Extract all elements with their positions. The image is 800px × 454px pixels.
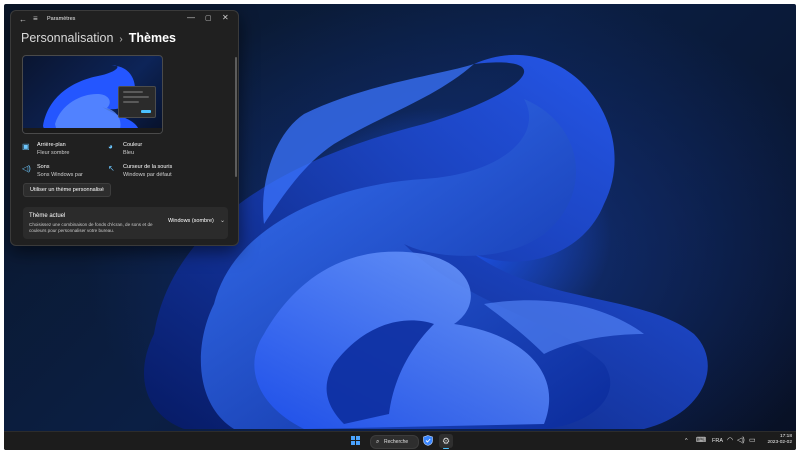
taskbar: ⌕ Recherche ⚙ ^ ⌨ FRA ◠ ◁) ▭ 17:18 2023-…: [4, 431, 796, 450]
option-cursor-title: Curseur de la souris: [123, 164, 173, 170]
keyboard-icon[interactable]: ⌨: [696, 432, 706, 450]
scrollbar[interactable]: [235, 57, 237, 177]
option-background-title: Arrière-plan: [37, 142, 66, 148]
option-cursor-value: Windows par défaut: [123, 172, 172, 178]
windows-start-icon[interactable]: [351, 436, 361, 446]
current-theme-heading: Thème actuel: [29, 213, 66, 219]
desktop: ← ≡ Paramètres — ▢ ✕ Personnalisation › Th…: [4, 4, 796, 450]
minimize-button[interactable]: —: [187, 13, 195, 22]
option-sounds-value: Sons Windows par: [37, 172, 83, 178]
palette-icon: ◕: [108, 142, 113, 151]
preview-window: [118, 86, 156, 118]
option-color[interactable]: ◕ Couleur Bleu: [108, 141, 193, 159]
settings-window: ← ≡ Paramètres — ▢ ✕ Personnalisation › Th…: [10, 10, 239, 246]
back-arrow-icon[interactable]: ←: [19, 15, 27, 24]
window-title: Paramètres: [47, 16, 76, 22]
option-color-value: Bleu: [123, 150, 135, 156]
wifi-icon[interactable]: ◠: [727, 432, 733, 450]
chevron-right-icon: ›: [119, 34, 123, 45]
picture-icon: ▣: [22, 142, 30, 151]
taskbar-search[interactable]: ⌕ Recherche: [370, 435, 419, 449]
option-background-value: Fleur sombre: [37, 150, 70, 156]
search-label: Recherche: [384, 439, 409, 445]
battery-icon[interactable]: ▭: [749, 432, 756, 450]
preview-taskbar: [23, 128, 162, 133]
speaker-icon: ◁): [22, 164, 31, 173]
option-background[interactable]: ▣ Arrière-plan Fleur sombre: [22, 141, 107, 159]
chevron-down-icon[interactable]: ⌄: [220, 217, 225, 224]
search-icon: ⌕: [376, 439, 380, 445]
clock[interactable]: 17:18 2023-02-02: [762, 434, 792, 446]
custom-theme-button[interactable]: Utiliser un thème personnalisé: [23, 183, 111, 197]
shield-icon[interactable]: [423, 435, 433, 446]
close-button[interactable]: ✕: [222, 13, 229, 22]
title-bar: ← ≡ Paramètres — ▢ ✕: [11, 11, 238, 29]
clock-date: 2023-02-02: [767, 440, 792, 445]
language-indicator[interactable]: FRA: [712, 432, 723, 450]
current-theme-card: Thème actuel Choisissez une combinaison …: [23, 207, 228, 239]
chevron-up-icon[interactable]: ^: [685, 432, 688, 450]
option-sounds[interactable]: ◁) Sons Sons Windows par: [22, 163, 107, 181]
breadcrumb: Personnalisation › Thèmes: [21, 31, 176, 45]
volume-icon[interactable]: ◁): [737, 432, 745, 450]
option-sounds-title: Sons: [37, 164, 50, 170]
option-cursor[interactable]: ↖ Curseur de la souris Windows par défau…: [108, 163, 218, 181]
breadcrumb-parent[interactable]: Personnalisation: [21, 31, 113, 45]
maximize-button[interactable]: ▢: [205, 14, 212, 22]
theme-preview: [22, 55, 163, 134]
hamburger-menu-icon[interactable]: ≡: [33, 14, 38, 23]
page-title: Thèmes: [128, 31, 177, 45]
theme-dropdown[interactable]: Windows (sombre): [168, 218, 214, 224]
option-color-title: Couleur: [123, 142, 143, 148]
settings-gear-icon[interactable]: ⚙: [439, 434, 453, 449]
cursor-icon: ↖: [108, 164, 115, 173]
current-theme-description: Choisissez une combinaison de fonds d’éc…: [29, 222, 153, 233]
